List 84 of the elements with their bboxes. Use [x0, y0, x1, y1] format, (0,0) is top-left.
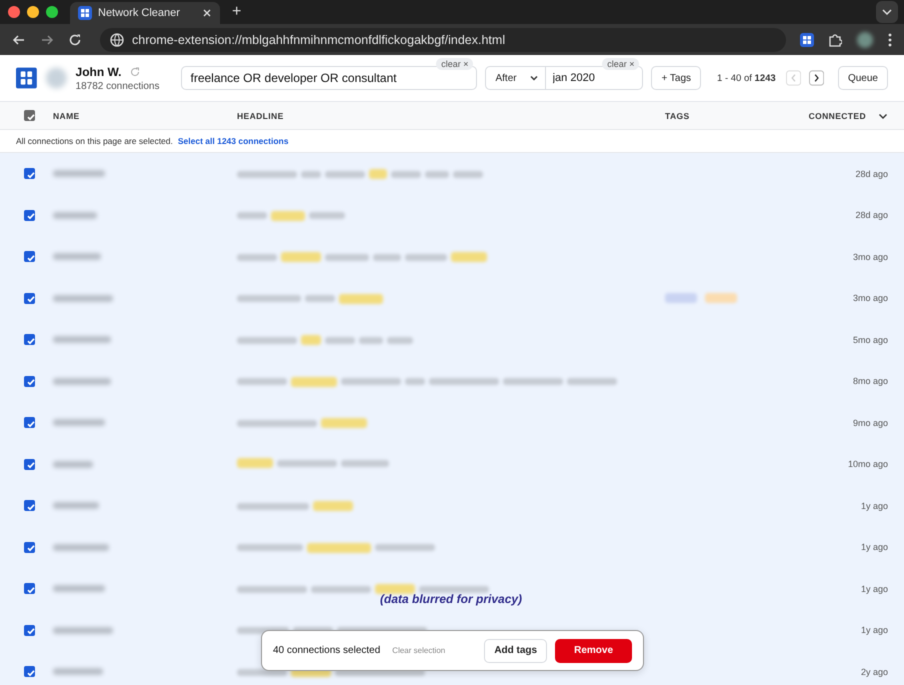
connected-time: 3mo ago: [852, 293, 889, 304]
date-mode-dropdown[interactable]: After: [485, 66, 546, 90]
add-tags-button[interactable]: Add tags: [484, 638, 548, 662]
checkbox[interactable]: [24, 458, 35, 470]
blurred-name: [53, 253, 101, 260]
checkbox[interactable]: [24, 251, 35, 262]
checkbox[interactable]: [24, 334, 35, 346]
connected-time: 1y ago: [860, 500, 889, 511]
selection-count: 40 connections selected: [273, 645, 380, 656]
extension-logo-icon[interactable]: [800, 32, 814, 46]
connected-time: 2y ago: [860, 666, 889, 677]
blurred-name: [53, 585, 105, 592]
tags-button[interactable]: + Tags: [651, 66, 702, 90]
search-field[interactable]: freelance OR developer OR consultant: [181, 66, 478, 90]
blurred-name: [53, 502, 99, 510]
connected-time: 3mo ago: [852, 252, 889, 262]
checkbox[interactable]: [24, 110, 35, 121]
select-all-link[interactable]: Select all 1243 connections: [178, 136, 288, 146]
column-header[interactable]: HEADLINE: [237, 110, 665, 120]
connection-count: 18782 connections: [76, 80, 160, 92]
privacy-note: (data blurred for privacy): [380, 592, 522, 606]
checkbox[interactable]: [24, 376, 35, 387]
remove-button[interactable]: Remove: [555, 638, 632, 662]
page-range: 1 - 40 of 1243: [717, 72, 776, 84]
blurred-name: [53, 668, 103, 676]
window-control-icon: [8, 6, 20, 18]
blurred-name: [53, 460, 93, 468]
checkbox[interactable]: [24, 666, 35, 678]
checkbox[interactable]: [24, 624, 35, 636]
close-icon[interactable]: [202, 8, 212, 18]
blurred-name: [53, 212, 97, 219]
blurred-name: [53, 626, 113, 634]
forward-icon[interactable]: [40, 32, 54, 46]
window-control-icon: [46, 6, 58, 18]
app-logo-icon: [16, 67, 37, 89]
blurred-name: [53, 170, 105, 178]
checkbox[interactable]: [24, 417, 35, 428]
column-header[interactable]: TAGS: [665, 110, 781, 120]
next-page-icon[interactable]: [808, 70, 824, 86]
connected-time: 1y ago: [860, 584, 889, 594]
checkbox[interactable]: [24, 168, 35, 180]
connected-time: 5mo ago: [852, 334, 889, 345]
connected-time: 28d ago: [854, 210, 889, 220]
back-icon[interactable]: [12, 32, 26, 46]
blurred-name: [53, 378, 111, 385]
blurred-name: [53, 294, 113, 302]
blurred-name: [53, 336, 111, 344]
menu-icon[interactable]: [888, 32, 892, 46]
connected-time: 10mo ago: [846, 459, 889, 470]
blurred-name: [53, 544, 109, 551]
app-logo-icon: [78, 6, 92, 20]
puzzle-icon[interactable]: [828, 32, 842, 46]
avatar-icon: [44, 66, 68, 90]
selection-notice: All connections on this page are selected.: [16, 136, 173, 146]
clear-chip[interactable]: clear ×: [436, 58, 474, 70]
tab-title: Network Cleaner: [98, 7, 181, 19]
column-header[interactable]: NAME: [53, 110, 237, 120]
blurred-name: [53, 419, 105, 426]
checkbox[interactable]: [24, 292, 35, 304]
chevron-down-icon: [528, 73, 539, 83]
reload-icon[interactable]: [68, 32, 82, 46]
queue-button[interactable]: Queue: [838, 66, 888, 90]
connected-time: 9mo ago: [852, 418, 889, 428]
connected-time: 1y ago: [860, 542, 889, 552]
clear-chip[interactable]: clear ×: [602, 58, 640, 70]
window-control-icon: [27, 6, 39, 18]
column-header[interactable]: CONNECTED: [781, 110, 866, 120]
checkbox[interactable]: [24, 583, 35, 594]
connected-time: 28d ago: [854, 168, 889, 179]
connected-time: 1y ago: [860, 625, 889, 636]
url-text: chrome-extension://mblgahhfnmihnmcmonfdlfickogakbgf/index.html: [132, 32, 506, 46]
new-tab-button[interactable]: +: [228, 4, 246, 20]
site-info-icon: [110, 32, 124, 46]
checkbox[interactable]: [24, 210, 35, 221]
checkbox[interactable]: [24, 500, 35, 512]
user-name: John W.: [76, 64, 122, 78]
browser-tab[interactable]: Network Cleaner: [70, 2, 220, 24]
date-field[interactable]: jan 2020: [546, 66, 644, 90]
profile-avatar-icon[interactable]: [856, 30, 874, 48]
checkbox[interactable]: [24, 542, 35, 553]
address-bar[interactable]: chrome-extension://mblgahhfnmihnmcmonfdlfickogakbgf/index.html: [100, 28, 786, 52]
chevron-down-icon[interactable]: [876, 1, 898, 23]
connected-time: 8mo ago: [852, 376, 889, 386]
clear-selection-link[interactable]: Clear selection: [392, 646, 446, 655]
